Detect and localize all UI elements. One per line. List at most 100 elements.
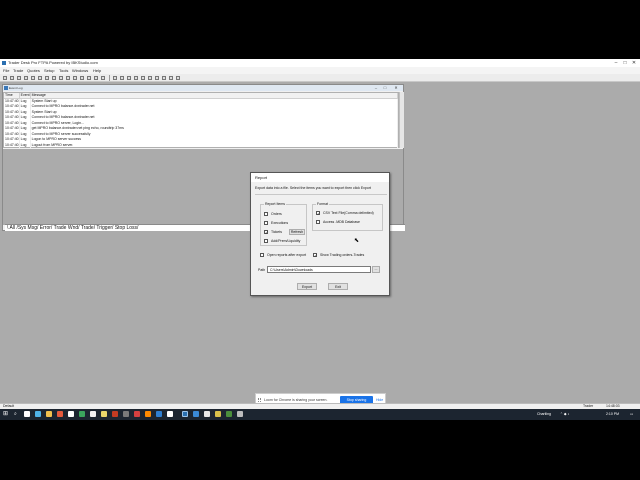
export-button[interactable]: Export xyxy=(297,283,317,290)
toolbar-button[interactable] xyxy=(162,76,166,80)
report-dialog-title: Report xyxy=(251,173,389,182)
toolbar-button[interactable] xyxy=(17,76,21,80)
app-icon-white3[interactable] xyxy=(204,411,210,417)
show-trading-checkbox[interactable]: ✓ xyxy=(313,253,317,258)
app-icon-yellow2[interactable] xyxy=(215,411,221,417)
toolbar-button[interactable] xyxy=(73,76,77,80)
notification-icon[interactable]: ▭ xyxy=(630,409,633,420)
toolbar-button[interactable] xyxy=(120,76,124,80)
toolbar-button[interactable] xyxy=(127,76,131,80)
file-explorer-icon[interactable] xyxy=(46,411,52,417)
search-icon[interactable]: ⌕ xyxy=(14,411,17,417)
log-maximize-button[interactable]: □ xyxy=(381,85,389,91)
mdb-format-checkbox[interactable] xyxy=(316,220,320,224)
edge-icon[interactable] xyxy=(35,411,41,417)
windows-start-icon[interactable]: ⊞ xyxy=(3,411,9,417)
menu-help[interactable]: Help xyxy=(93,67,101,74)
task-view-icon[interactable] xyxy=(24,411,30,417)
app-icon-red[interactable] xyxy=(57,411,63,417)
toolbar-button[interactable] xyxy=(94,76,98,80)
app-icon-red2[interactable] xyxy=(134,411,140,417)
tray-icons[interactable]: ⌃ ◆ ♪ xyxy=(560,409,569,420)
liquidity-checkbox-row[interactable]: Add/Prem/Liquidity xyxy=(264,239,300,243)
app-icon-light[interactable] xyxy=(90,411,96,417)
close-button[interactable]: ✕ xyxy=(630,59,638,67)
executions-label: Executions xyxy=(271,221,289,225)
toolbar-button[interactable] xyxy=(134,76,138,80)
liquidity-checkbox[interactable] xyxy=(264,239,268,243)
cell-time: 10:47:40 xyxy=(4,109,20,115)
toolbar-button[interactable] xyxy=(155,76,159,80)
log-close-button[interactable]: ✕ xyxy=(392,85,400,91)
trader-app-icon[interactable] xyxy=(182,411,188,417)
toolbar-button[interactable] xyxy=(141,76,145,80)
toolbar-button[interactable] xyxy=(45,76,49,80)
toolbar-button[interactable] xyxy=(52,76,56,80)
toolbar-button[interactable] xyxy=(24,76,28,80)
open-reports-checkbox[interactable] xyxy=(260,253,264,257)
event-log-title-bar: Event Log – □ ✕ xyxy=(3,85,403,91)
toolbar-button[interactable] xyxy=(80,76,84,80)
toolbar-button[interactable] xyxy=(3,76,7,80)
cell-time: 10:47:40 xyxy=(4,136,20,142)
tickets-checkbox[interactable]: ✓ xyxy=(264,230,268,235)
toolbar-button[interactable] xyxy=(59,76,63,80)
toolbar-button[interactable] xyxy=(66,76,70,80)
app-icon-white2[interactable] xyxy=(167,411,173,417)
toolbar-button[interactable] xyxy=(148,76,152,80)
toolbar-button[interactable] xyxy=(113,76,117,80)
menu-setup[interactable]: Setup xyxy=(44,67,54,74)
menu-windows[interactable]: Windows xyxy=(72,67,88,74)
table-row[interactable]: 10:47:40 Log Logout from MPRO server. xyxy=(4,142,399,148)
toolbar-button[interactable] xyxy=(10,76,14,80)
browse-button[interactable]: ... xyxy=(372,266,380,273)
toolbar-button[interactable] xyxy=(38,76,42,80)
orders-checkbox-row[interactable]: Orders xyxy=(264,212,282,216)
menu-file[interactable]: File xyxy=(3,67,9,74)
app-icon-green2[interactable] xyxy=(226,411,232,417)
csv-format-checkbox[interactable]: ✓ xyxy=(316,211,320,216)
exit-button[interactable]: Exit xyxy=(328,283,348,290)
mdb-format-row[interactable]: Access .MDB Database xyxy=(316,220,360,224)
toolbar-button[interactable] xyxy=(87,76,91,80)
app-icon-gray[interactable] xyxy=(123,411,129,417)
csv-format-row[interactable]: ✓ CSV Text File(Comma delimited) xyxy=(316,211,374,216)
app-icon-yellow[interactable] xyxy=(101,411,107,417)
divider xyxy=(255,194,387,195)
toolbar-button[interactable] xyxy=(169,76,173,80)
app-icon-green[interactable] xyxy=(79,411,85,417)
app-icon-gray2[interactable] xyxy=(237,411,243,417)
log-scrollbar[interactable] xyxy=(399,92,404,148)
weather-widget[interactable]: Chartling xyxy=(537,409,551,420)
app-icon-white[interactable] xyxy=(68,411,74,417)
menu-trade[interactable]: Trade xyxy=(13,67,23,74)
app-icon-blue2[interactable] xyxy=(193,411,199,417)
orders-label: Orders xyxy=(271,212,282,216)
orders-checkbox[interactable] xyxy=(264,212,268,216)
app-icon-blue[interactable] xyxy=(156,411,162,417)
cell-time: 10:47:40 xyxy=(4,103,20,109)
window-icon xyxy=(4,86,8,90)
toolbar-button[interactable] xyxy=(31,76,35,80)
drag-handle-icon[interactable] xyxy=(258,398,261,402)
app-icon-darkred[interactable] xyxy=(112,411,118,417)
tickets-checkbox-row[interactable]: ✓ Tickets xyxy=(264,230,282,235)
show-trading-row[interactable]: ✓ Show Trading orders-Trades xyxy=(313,253,364,258)
refresh-button[interactable]: Refresh xyxy=(289,229,305,235)
maximize-button[interactable]: □ xyxy=(621,59,629,67)
minimize-button[interactable]: – xyxy=(612,59,620,67)
app-icon-orange[interactable] xyxy=(145,411,151,417)
toolbar-button[interactable] xyxy=(176,76,180,80)
clock[interactable]: 2:10 PM xyxy=(606,409,619,420)
menu-quotes[interactable]: Quotes xyxy=(27,67,40,74)
open-reports-row[interactable]: Open reports after export xyxy=(260,253,306,257)
log-minimize-button[interactable]: – xyxy=(372,85,380,91)
taskbar: ⊞ ⌕ Chartling ⌃ ◆ ♪ 2:10 PM ▭ xyxy=(0,409,640,420)
toolbar-button[interactable] xyxy=(101,76,105,80)
executions-checkbox[interactable] xyxy=(264,221,268,225)
mdb-format-label: Access .MDB Database xyxy=(323,220,360,224)
executions-checkbox-row[interactable]: Executions xyxy=(264,221,288,225)
toolbar xyxy=(0,74,640,82)
path-input[interactable]: C:\Users\Admin\Downloads xyxy=(267,266,371,273)
menu-tools[interactable]: Tools xyxy=(59,67,68,74)
